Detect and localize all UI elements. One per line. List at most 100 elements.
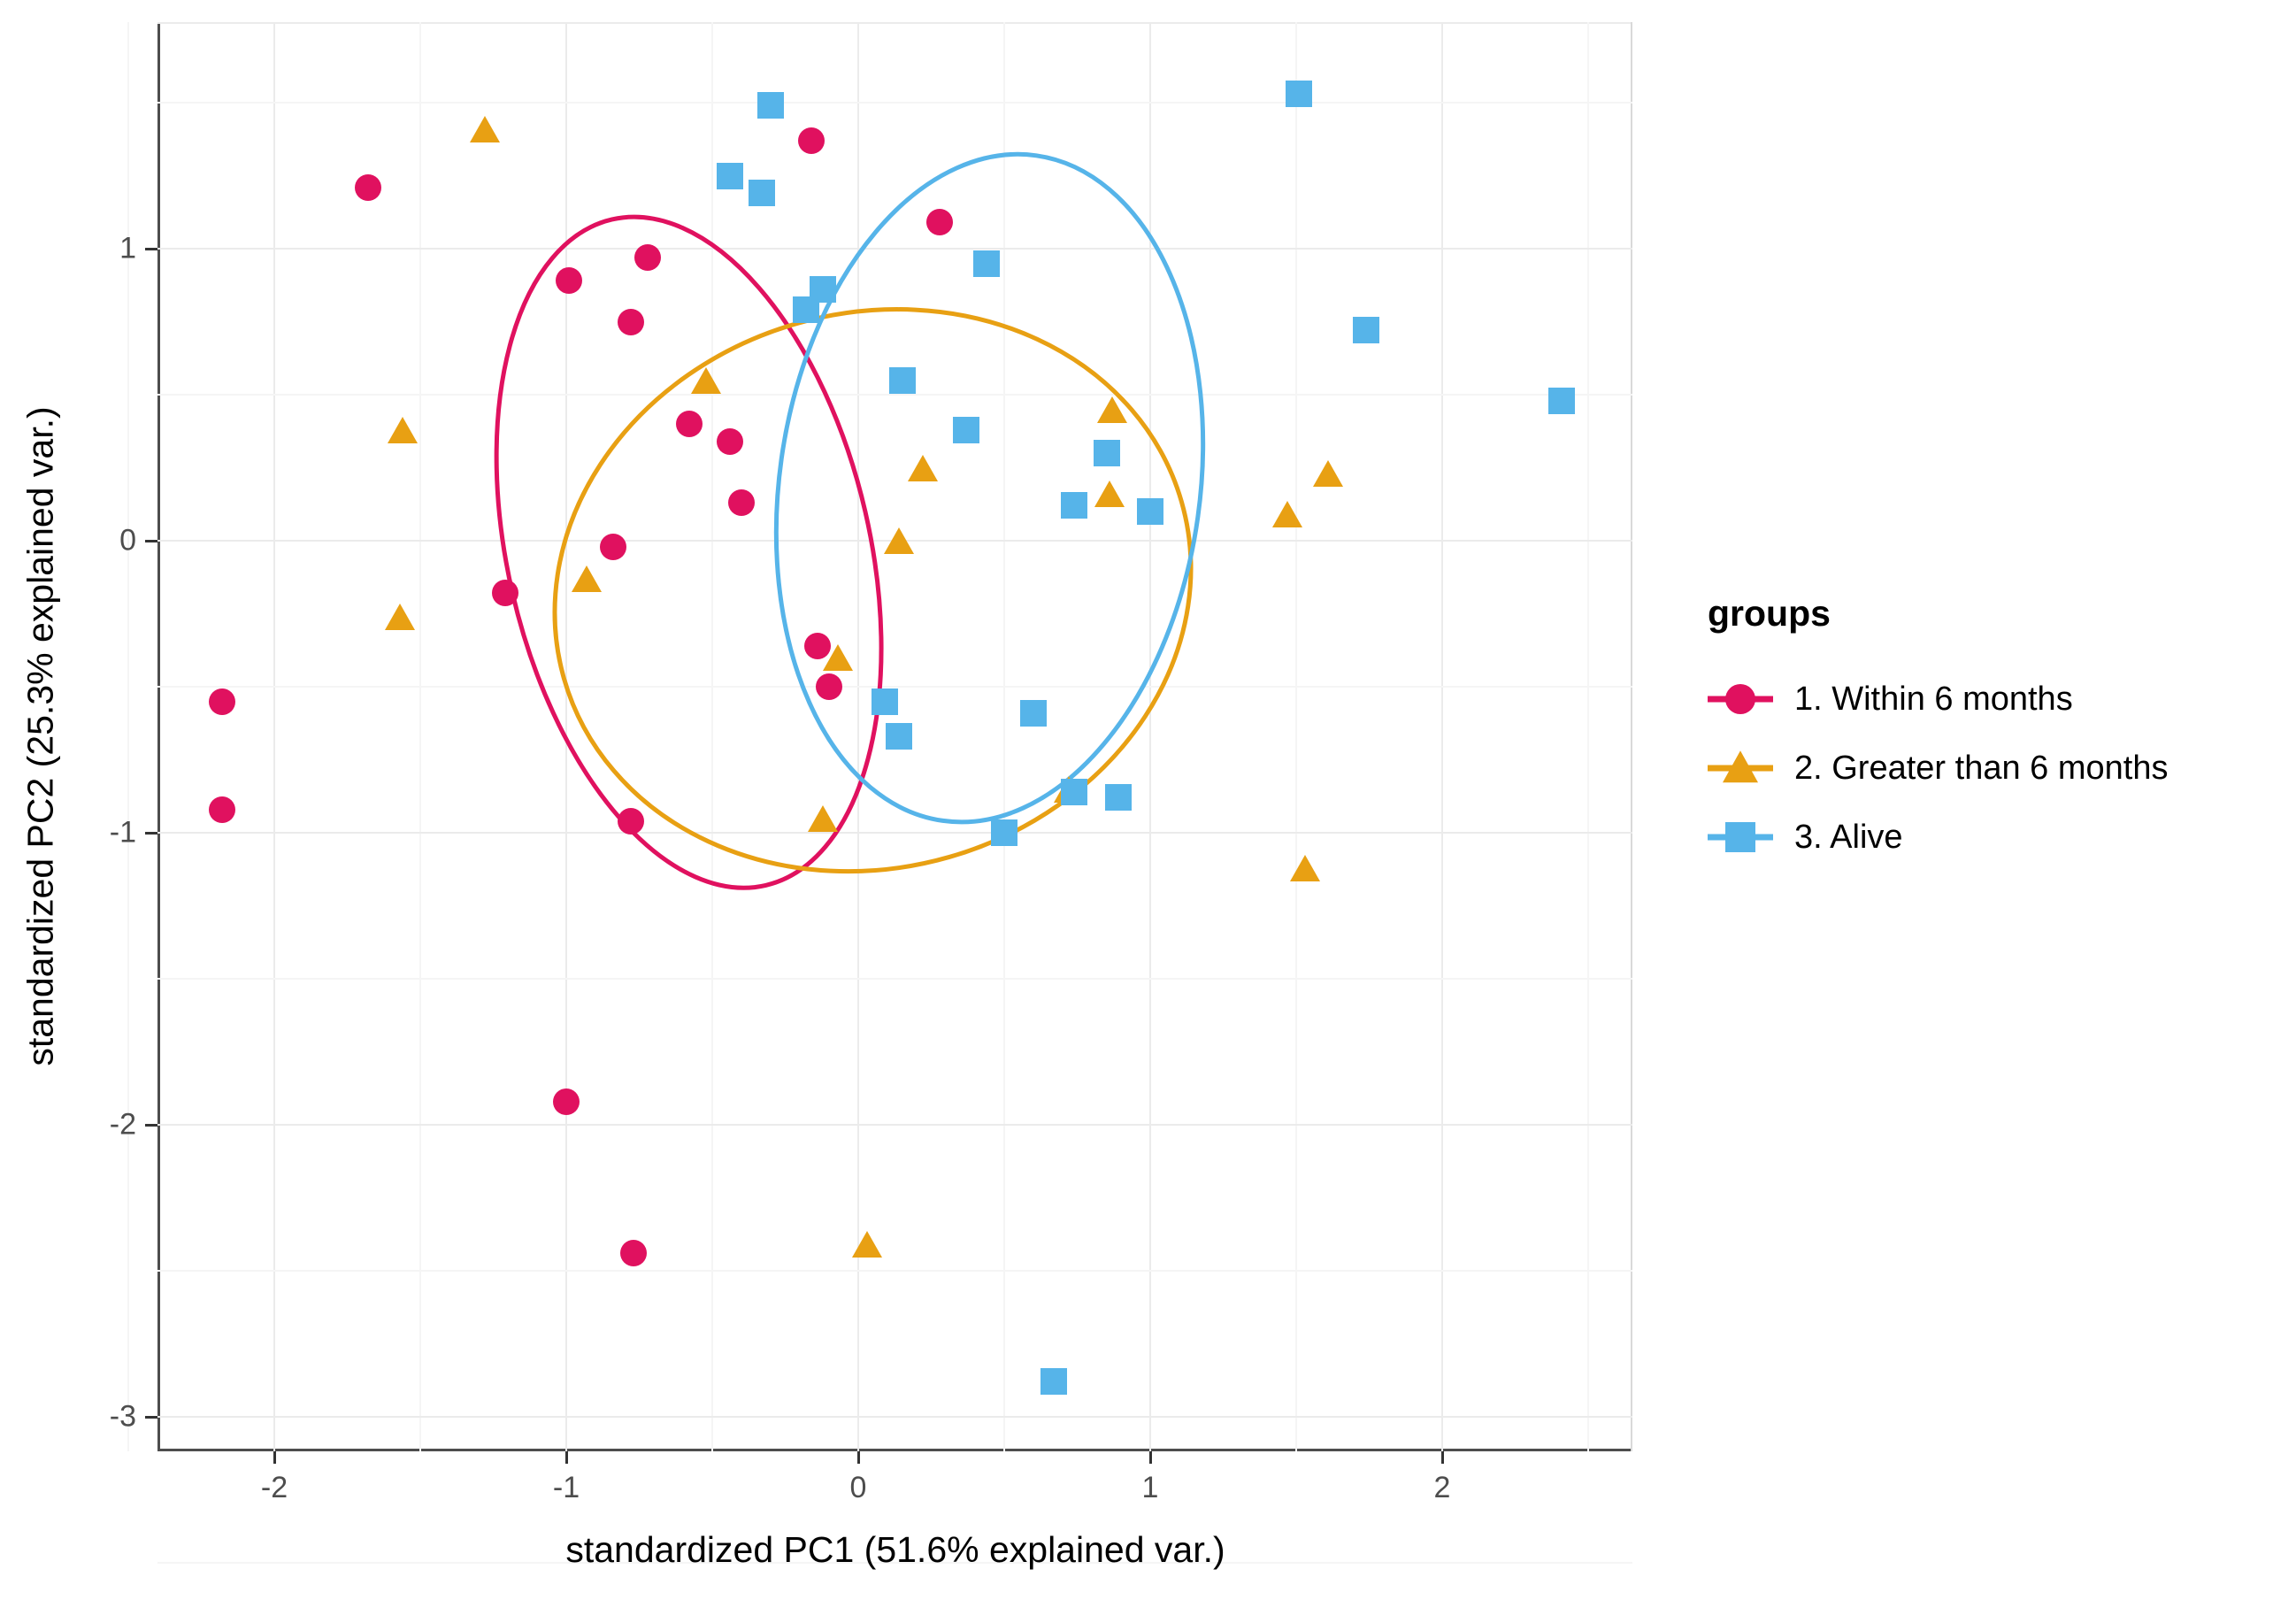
data-point (792, 296, 819, 324)
legend-title: groups (1708, 593, 1831, 634)
x-tick-mark (565, 1451, 568, 1464)
y-tick-mark (145, 832, 157, 835)
x-tick-label: -1 (552, 1471, 580, 1504)
legend-key-icon (1708, 812, 1773, 863)
legend-marker-triangle-icon (1723, 750, 1758, 783)
gridline-vertical (273, 22, 275, 1451)
y-tick-label: -1 (109, 815, 136, 850)
data-point (617, 807, 644, 835)
y-tick-mark (145, 1416, 157, 1419)
data-point (716, 162, 743, 189)
x-tick-label: 2 (1433, 1471, 1451, 1504)
data-point (822, 644, 853, 671)
x-tick-mark (857, 1451, 860, 1464)
legend-key-icon (1708, 673, 1773, 725)
legend-key-icon (1708, 742, 1773, 794)
data-point (675, 411, 703, 437)
data-point (1286, 81, 1313, 108)
gridline-horizontal (157, 1270, 1632, 1272)
legend-rows: 1. Within 6 months 2. Greater than 6 mont… (1708, 665, 2168, 872)
x-axis-title: standardized PC1 (51.6% explained var.) (565, 1529, 1225, 1570)
data-point (208, 796, 235, 823)
legend-item[interactable]: 3. Alive (1708, 803, 2168, 872)
data-point (1097, 396, 1128, 423)
y-tick-mark (145, 540, 157, 542)
data-point (1548, 387, 1576, 414)
gridline-vertical (711, 22, 713, 1451)
gridline-horizontal (157, 394, 1632, 396)
data-point (553, 1088, 580, 1115)
data-point (716, 427, 743, 455)
y-axis-title: standardized PC2 (25.3% explained var.) (19, 406, 61, 1066)
data-point (749, 180, 776, 207)
data-point (871, 688, 898, 715)
gridline-horizontal (157, 832, 1632, 834)
data-point (1094, 481, 1125, 508)
data-point (884, 527, 915, 554)
x-tick-mark (1441, 1451, 1444, 1464)
data-point (572, 565, 603, 592)
data-point (1137, 498, 1163, 525)
data-point (798, 127, 825, 154)
x-tick-label: 0 (849, 1471, 867, 1504)
data-point (1353, 317, 1380, 344)
data-point (886, 723, 913, 750)
data-point (208, 688, 235, 715)
data-point (1040, 1368, 1068, 1396)
legend-item-label: 3. Alive (1794, 818, 1903, 856)
data-point (617, 308, 644, 335)
x-tick-mark (1149, 1451, 1152, 1464)
legend-item[interactable]: 2. Greater than 6 months (1708, 734, 2168, 803)
y-tick-label: -2 (109, 1107, 136, 1142)
gridline-horizontal (157, 1124, 1632, 1126)
legend-item-label: 2. Greater than 6 months (1794, 749, 2169, 787)
data-point (619, 1240, 647, 1267)
gridline-horizontal (157, 978, 1632, 980)
data-point (491, 580, 518, 607)
chart-root: -2 -1 0 1 2 1 0 -1 -2 -3 standardized PC1 (51.6% … (0, 0, 2296, 1600)
data-point (728, 489, 755, 517)
y-tick-mark (145, 1124, 157, 1127)
data-point (816, 673, 842, 700)
data-point (469, 115, 500, 142)
data-point (354, 173, 381, 201)
y-tick-mark (145, 248, 157, 250)
legend: groups 1. Within 6 months 2. Greater than… (1708, 593, 2168, 872)
x-tick-mark (273, 1451, 276, 1464)
x-tick-label: 1 (1141, 1471, 1159, 1504)
legend-item[interactable]: 1. Within 6 months (1708, 665, 2168, 734)
gridline-vertical (1295, 22, 1297, 1451)
data-point (991, 819, 1017, 846)
data-point (691, 366, 722, 394)
gridline-vertical (1003, 22, 1005, 1451)
gridline-horizontal (157, 1416, 1632, 1418)
x-tick-label: -2 (260, 1471, 288, 1504)
y-tick-label: -3 (109, 1399, 136, 1434)
data-point (1093, 440, 1120, 466)
data-point (1061, 778, 1088, 805)
data-point (851, 1231, 882, 1258)
data-point (388, 416, 419, 443)
data-point (1020, 699, 1047, 727)
legend-marker-square-icon (1725, 822, 1755, 852)
gridline-vertical (1441, 22, 1443, 1451)
legend-marker-circle-icon (1725, 684, 1755, 714)
data-point (599, 533, 626, 560)
data-point (953, 416, 980, 443)
data-point (1313, 460, 1344, 488)
gridline-vertical (419, 22, 421, 1451)
data-point (907, 454, 938, 481)
data-point (1272, 501, 1303, 528)
y-tick-label: 0 (119, 523, 136, 558)
gridline-vertical (1587, 22, 1589, 1451)
data-point (888, 366, 916, 394)
data-point (1061, 492, 1088, 519)
data-point (1289, 854, 1320, 881)
gridline-horizontal (157, 102, 1632, 104)
data-point (973, 250, 1001, 277)
data-point (808, 804, 839, 832)
panel-top-edge (157, 22, 1632, 24)
data-point (757, 92, 784, 119)
data-point (384, 603, 415, 630)
panel-right-edge (1631, 22, 1632, 1451)
